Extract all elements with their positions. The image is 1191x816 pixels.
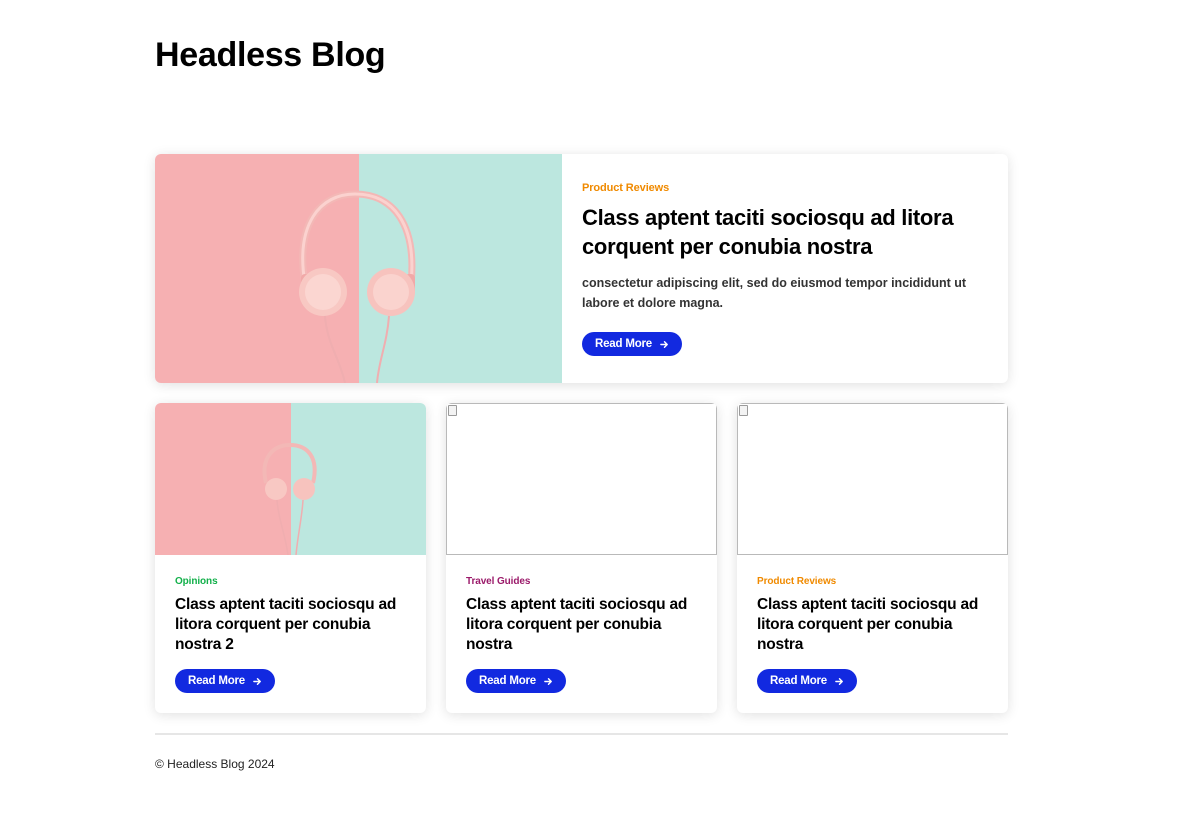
featured-post-body: Product Reviews Class aptent taciti soci… <box>582 154 982 383</box>
read-more-label: Read More <box>770 675 827 687</box>
arrow-right-icon <box>660 340 668 348</box>
arrow-right-icon <box>835 677 843 685</box>
read-more-button[interactable]: Read More <box>757 669 857 693</box>
post-image[interactable] <box>446 403 717 555</box>
arrow-right-icon <box>544 677 552 685</box>
post-category[interactable]: Opinions <box>175 576 218 587</box>
featured-post-card[interactable]: Product Reviews Class aptent taciti soci… <box>155 154 1008 383</box>
post-title[interactable]: Class aptent taciti sociosqu ad litora c… <box>466 595 698 655</box>
footer-divider <box>155 733 1008 735</box>
post-card[interactable]: Product Reviews Class aptent taciti soci… <box>737 403 1008 713</box>
read-more-button[interactable]: Read More <box>175 669 275 693</box>
footer-copyright: © Headless Blog 2024 <box>155 757 275 771</box>
post-category[interactable]: Product Reviews <box>757 576 836 587</box>
featured-read-more-button[interactable]: Read More <box>582 332 682 356</box>
read-more-label: Read More <box>479 675 536 687</box>
post-image[interactable] <box>737 403 1008 555</box>
featured-post-excerpt: consectetur adipiscing elit, sed do eius… <box>582 276 967 310</box>
site-title[interactable]: Headless Blog <box>155 36 386 75</box>
read-more-button[interactable]: Read More <box>466 669 566 693</box>
broken-image-icon <box>739 405 748 416</box>
arrow-right-icon <box>253 677 261 685</box>
post-title[interactable]: Class aptent taciti sociosqu ad litora c… <box>757 595 989 655</box>
read-more-label: Read More <box>188 675 245 687</box>
post-card[interactable]: Opinions Class aptent taciti sociosqu ad… <box>155 403 426 713</box>
post-image[interactable] <box>155 403 426 555</box>
post-title[interactable]: Class aptent taciti sociosqu ad litora c… <box>175 595 407 655</box>
post-card[interactable]: Travel Guides Class aptent taciti socios… <box>446 403 717 713</box>
post-category[interactable]: Travel Guides <box>466 576 530 587</box>
broken-image-icon <box>448 405 457 416</box>
read-more-label: Read More <box>595 338 652 350</box>
featured-post-category[interactable]: Product Reviews <box>582 182 669 194</box>
headphones-image <box>155 154 562 383</box>
featured-post-title[interactable]: Class aptent taciti sociosqu ad litora c… <box>582 203 982 261</box>
featured-post-image[interactable] <box>155 154 562 383</box>
headphones-image <box>155 403 426 555</box>
